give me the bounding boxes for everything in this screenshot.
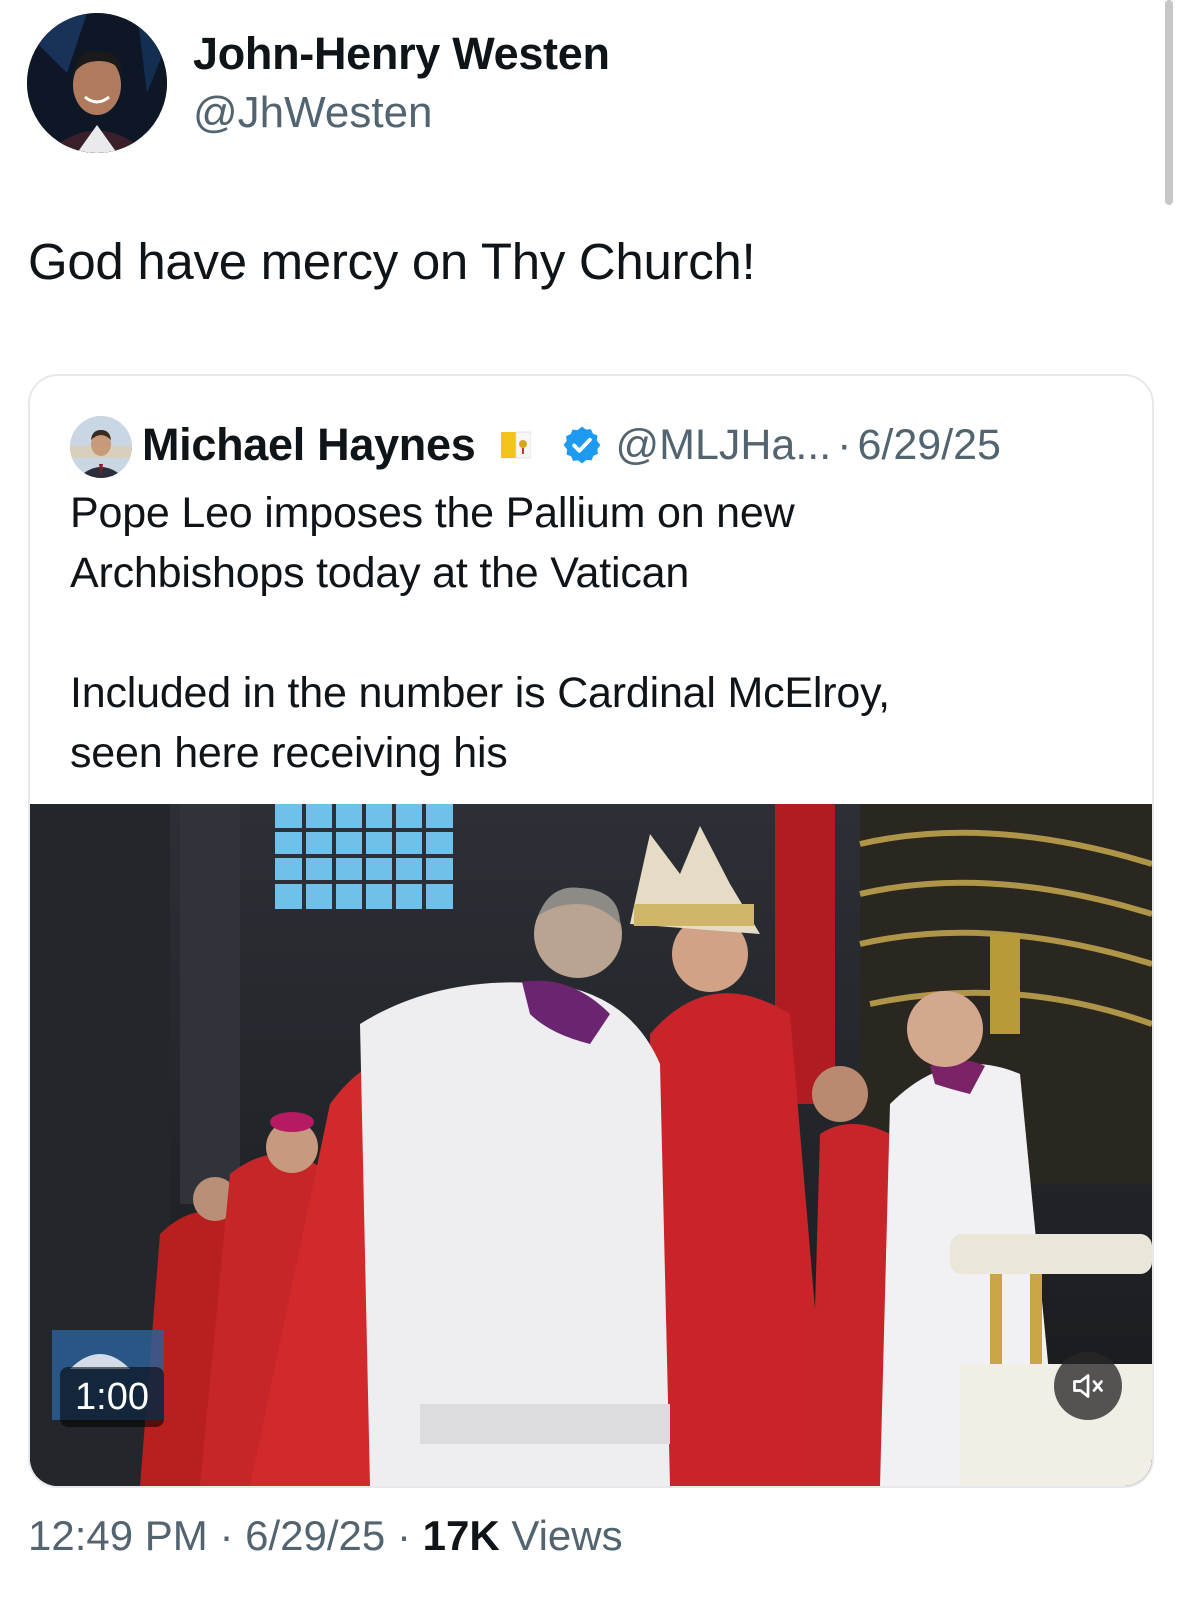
meta-separator: · [396, 1512, 411, 1559]
vatican-flag-icon [501, 430, 532, 460]
speaker-muted-icon [1073, 1374, 1103, 1398]
views-count: 17K [422, 1512, 500, 1559]
meta-separator: · [219, 1512, 234, 1559]
quoted-tweet-text: Pope Leo imposes the Pallium on new Arch… [70, 489, 890, 777]
video-duration-badge: 1:00 [60, 1367, 164, 1427]
quoted-author-name[interactable]: Michael Haynes [142, 419, 476, 471]
quoted-author-avatar[interactable] [70, 416, 132, 478]
scrollbar-thumb[interactable] [1165, 0, 1173, 205]
author-photo [27, 13, 167, 153]
author-name[interactable]: John-Henry Westen [193, 28, 610, 80]
video-player[interactable]: 1:00 [30, 804, 1152, 1486]
tweet-text: God have mercy on Thy Church! [28, 233, 756, 290]
views-label: Views [511, 1512, 623, 1559]
author-handle[interactable]: @JhWesten [193, 88, 433, 138]
mute-button[interactable] [1054, 1352, 1122, 1420]
author-avatar[interactable] [27, 13, 167, 153]
tweet-meta: 12:49 PM · 6/29/25 · 17K Views [28, 1512, 623, 1560]
tweet-date[interactable]: 6/29/25 [245, 1512, 385, 1559]
tweet-time[interactable]: 12:49 PM [28, 1512, 208, 1559]
quoted-date[interactable]: 6/29/25 [858, 421, 1001, 470]
video-thumbnail [30, 804, 1152, 1486]
quoted-author-handle[interactable]: @MLJHa... [615, 421, 831, 470]
verified-badge-icon [561, 424, 603, 466]
quoted-tweet-card[interactable]: Michael Haynes @MLJHa... · 6/29/25 Pope … [28, 374, 1154, 1488]
quoted-author-photo [70, 416, 132, 478]
quoted-separator: · [837, 420, 852, 469]
